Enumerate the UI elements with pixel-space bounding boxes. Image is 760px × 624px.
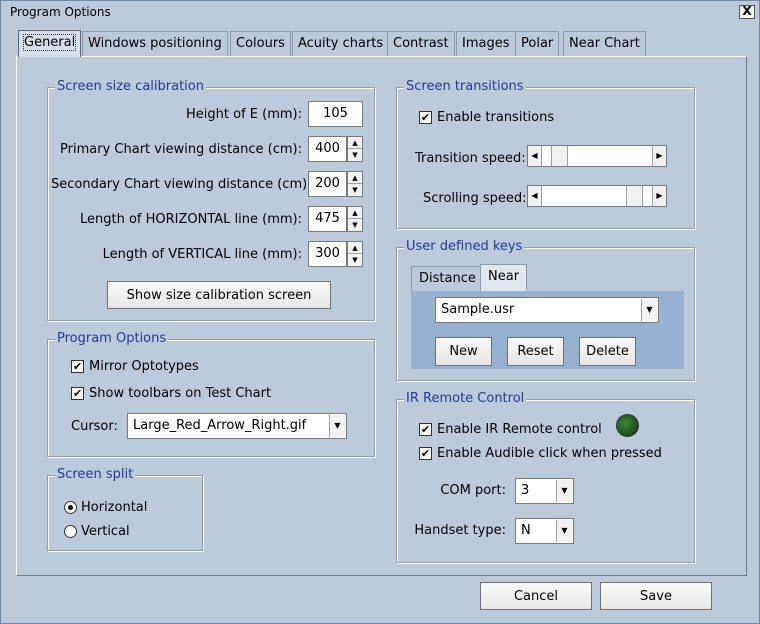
tab-windows-positioning[interactable]: Windows positioning	[82, 31, 228, 56]
tab-label: Images	[462, 36, 510, 51]
spin-down-icon[interactable]: ▼	[348, 149, 362, 161]
tab-label: Colours	[236, 36, 285, 51]
delete-button[interactable]: Delete	[579, 337, 636, 366]
tab-label: Windows positioning	[88, 36, 222, 51]
tab-images[interactable]: Images	[456, 31, 516, 56]
transition-speed-slider[interactable]: ◀ ▶	[527, 145, 667, 167]
vertical-radio-label: Vertical	[81, 524, 130, 539]
audible-click-label: Enable Audible click when pressed	[437, 446, 662, 461]
show-calibration-screen-button[interactable]: Show size calibration screen	[107, 281, 331, 309]
tab-label: Contrast	[393, 36, 449, 51]
spin-up-icon[interactable]: ▲	[348, 172, 362, 184]
com-port-value: 3	[521, 483, 530, 498]
show-toolbars-checkbox[interactable]: ✔	[71, 387, 84, 400]
spin-down-icon[interactable]: ▼	[348, 184, 362, 196]
chevron-down-icon[interactable]: ▼	[641, 299, 657, 321]
tab-polar[interactable]: Polar	[515, 31, 560, 56]
title-bar: Program Options X	[1, 1, 759, 23]
spin-down-icon[interactable]: ▼	[348, 254, 362, 266]
transition-speed-label: Transition speed:	[415, 151, 526, 166]
spin-up-icon[interactable]: ▲	[348, 207, 362, 219]
horizontal-line-label: Length of HORIZONTAL line (mm):	[79, 212, 302, 227]
left-arrow-icon[interactable]: ◀	[528, 186, 542, 206]
group-title: User defined keys	[404, 239, 525, 254]
handset-type-label: Handset type:	[414, 523, 506, 538]
tab-general[interactable]: General	[18, 30, 82, 57]
chevron-down-icon[interactable]: ▼	[329, 415, 345, 437]
save-button[interactable]: Save	[600, 582, 712, 610]
scrolling-speed-label: Scrolling speed:	[423, 191, 527, 206]
cursor-label: Cursor:	[71, 419, 118, 434]
spin-down-icon[interactable]: ▼	[348, 219, 362, 231]
tab-near-chart[interactable]: Near Chart	[563, 31, 646, 56]
primary-distance-input[interactable]: 400	[308, 136, 347, 162]
secondary-distance-input[interactable]: 200	[308, 171, 347, 197]
keys-file-select[interactable]: Sample.usr ▼	[435, 297, 659, 323]
right-arrow-icon[interactable]: ▶	[652, 146, 666, 166]
new-button[interactable]: New	[435, 337, 492, 366]
chevron-down-icon[interactable]: ▼	[556, 520, 572, 542]
vertical-line-spinner[interactable]: ▲ ▼	[347, 241, 363, 267]
height-of-e-input[interactable]: 105	[308, 101, 363, 127]
tab-contrast[interactable]: Contrast	[387, 31, 455, 56]
com-port-select[interactable]: 3 ▼	[515, 478, 574, 504]
audible-click-checkbox[interactable]: ✔	[419, 447, 432, 460]
close-button[interactable]: X	[739, 5, 755, 19]
left-arrow-icon[interactable]: ◀	[528, 146, 542, 166]
group-title: Screen size calibration	[55, 79, 206, 94]
show-toolbars-label: Show toolbars on Test Chart	[89, 386, 272, 401]
vertical-radio[interactable]	[64, 525, 77, 538]
mirror-optotypes-label: Mirror Optotypes	[89, 359, 199, 374]
tab-label: Polar	[521, 36, 554, 51]
primary-distance-label: Primary Chart viewing distance (cm):	[60, 142, 302, 157]
tab-acuity-charts[interactable]: Acuity charts	[292, 31, 390, 56]
horizontal-radio-label: Horizontal	[81, 500, 148, 515]
height-of-e-label: Height of E (mm):	[186, 107, 302, 122]
tab-label: Near Chart	[569, 36, 640, 51]
right-arrow-icon[interactable]: ▶	[652, 186, 666, 206]
group-title: Screen split	[55, 467, 136, 482]
cursor-select[interactable]: Large_Red_Arrow_Right.gif ▼	[127, 413, 347, 439]
program-options-window: Program Options X General Windows positi…	[0, 0, 760, 624]
group-title: Program Options	[55, 331, 169, 346]
spin-up-icon[interactable]: ▲	[348, 137, 362, 149]
cancel-button[interactable]: Cancel	[480, 582, 592, 610]
secondary-distance-spinner[interactable]: ▲ ▼	[347, 171, 363, 197]
enable-transitions-label: Enable transitions	[437, 110, 555, 125]
group-title: IR Remote Control	[404, 391, 527, 406]
slider-thumb[interactable]	[551, 146, 568, 166]
horizontal-line-input[interactable]: 475	[308, 206, 347, 232]
spin-up-icon[interactable]: ▲	[348, 242, 362, 254]
handset-type-select[interactable]: N ▼	[515, 518, 574, 544]
primary-distance-spinner[interactable]: ▲ ▼	[347, 136, 363, 162]
cursor-value: Large_Red_Arrow_Right.gif	[133, 418, 307, 433]
handset-type-value: N	[521, 523, 531, 538]
vertical-line-label: Length of VERTICAL line (mm):	[102, 247, 302, 262]
enable-ir-label: Enable IR Remote control	[437, 422, 602, 437]
vertical-line-input[interactable]: 300	[308, 241, 347, 267]
tab-label: Acuity charts	[298, 36, 384, 51]
secondary-distance-label: Secondary Chart viewing distance (cm):	[51, 177, 312, 192]
tab-colours[interactable]: Colours	[230, 31, 291, 56]
ir-status-led-icon	[616, 414, 639, 437]
scrolling-speed-slider[interactable]: ◀ ▶	[527, 185, 667, 207]
keys-file-value: Sample.usr	[441, 302, 515, 317]
group-title: Screen transitions	[404, 79, 526, 94]
enable-ir-checkbox[interactable]: ✔	[419, 423, 432, 436]
horizontal-radio[interactable]	[64, 501, 77, 514]
enable-transitions-checkbox[interactable]: ✔	[419, 111, 432, 124]
subtab-near[interactable]: Near	[480, 264, 528, 292]
slider-thumb[interactable]	[626, 186, 643, 206]
mirror-optotypes-checkbox[interactable]: ✔	[71, 360, 84, 373]
chevron-down-icon[interactable]: ▼	[556, 480, 572, 502]
window-title: Program Options	[10, 5, 111, 19]
subtab-distance[interactable]: Distance	[411, 266, 484, 292]
horizontal-line-spinner[interactable]: ▲ ▼	[347, 206, 363, 232]
tab-label: General	[22, 34, 77, 51]
reset-button[interactable]: Reset	[507, 337, 564, 366]
com-port-label: COM port:	[440, 483, 506, 498]
